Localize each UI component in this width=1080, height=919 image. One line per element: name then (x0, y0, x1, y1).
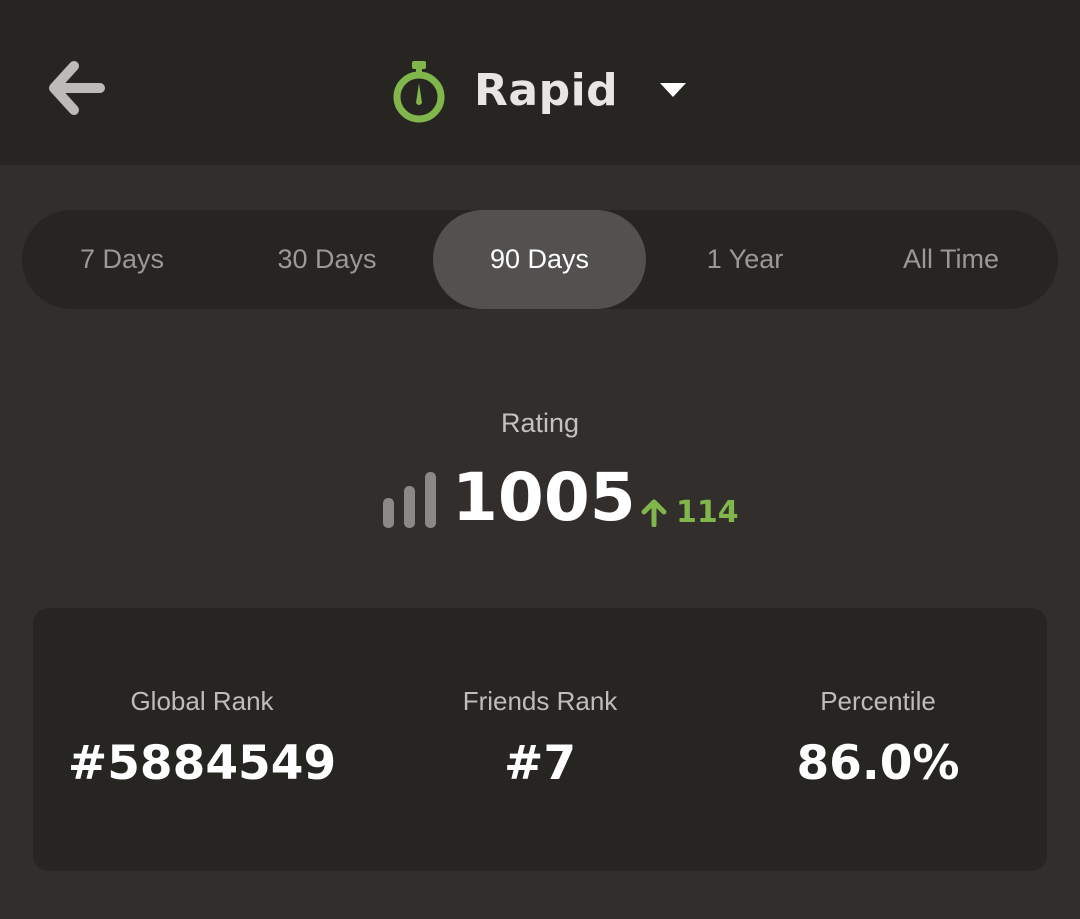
arrow-up-icon (641, 499, 667, 527)
stat-friends-rank: Friends Rank #7 (371, 608, 709, 871)
stat-label: Friends Rank (462, 686, 618, 716)
stat-value: #7 (503, 736, 577, 791)
tab-90-days[interactable]: 90 Days (433, 210, 646, 309)
tab-1-year[interactable]: 1 Year (646, 210, 844, 309)
rating-label: Rating (500, 408, 580, 438)
page-title: Rapid (474, 64, 619, 116)
caret-down-icon (658, 80, 688, 100)
back-button[interactable] (40, 52, 112, 124)
stat-global-rank: Global Rank #5884549 (33, 608, 371, 871)
tab-30-days[interactable]: 30 Days (222, 210, 432, 309)
stat-value: #5884549 (67, 736, 337, 791)
stat-label: Percentile (820, 686, 936, 716)
rating-value: 1005 (452, 459, 636, 536)
rating-display: 1005 114 (0, 459, 1080, 540)
rating-change: 114 (676, 495, 739, 530)
rating-stats-screen: Rapid 7 Days 30 Days 90 Days 1 Year All … (0, 0, 1080, 919)
arrow-left-icon (49, 61, 105, 115)
stat-label: Global Rank (130, 686, 274, 716)
tab-all-time[interactable]: All Time (844, 210, 1058, 309)
time-range-tabs: 7 Days 30 Days 90 Days 1 Year All Time (22, 210, 1058, 309)
tab-7-days[interactable]: 7 Days (22, 210, 222, 309)
time-control-dropdown[interactable]: Rapid (390, 50, 688, 130)
rank-stats-card: Global Rank #5884549 Friends Rank #7 Per… (33, 608, 1047, 871)
stopwatch-icon (390, 57, 450, 123)
bar-chart-icon (383, 472, 436, 528)
stat-percentile: Percentile 86.0% (709, 608, 1047, 871)
stat-value: 86.0% (796, 736, 960, 791)
top-bar: Rapid (0, 0, 1080, 165)
